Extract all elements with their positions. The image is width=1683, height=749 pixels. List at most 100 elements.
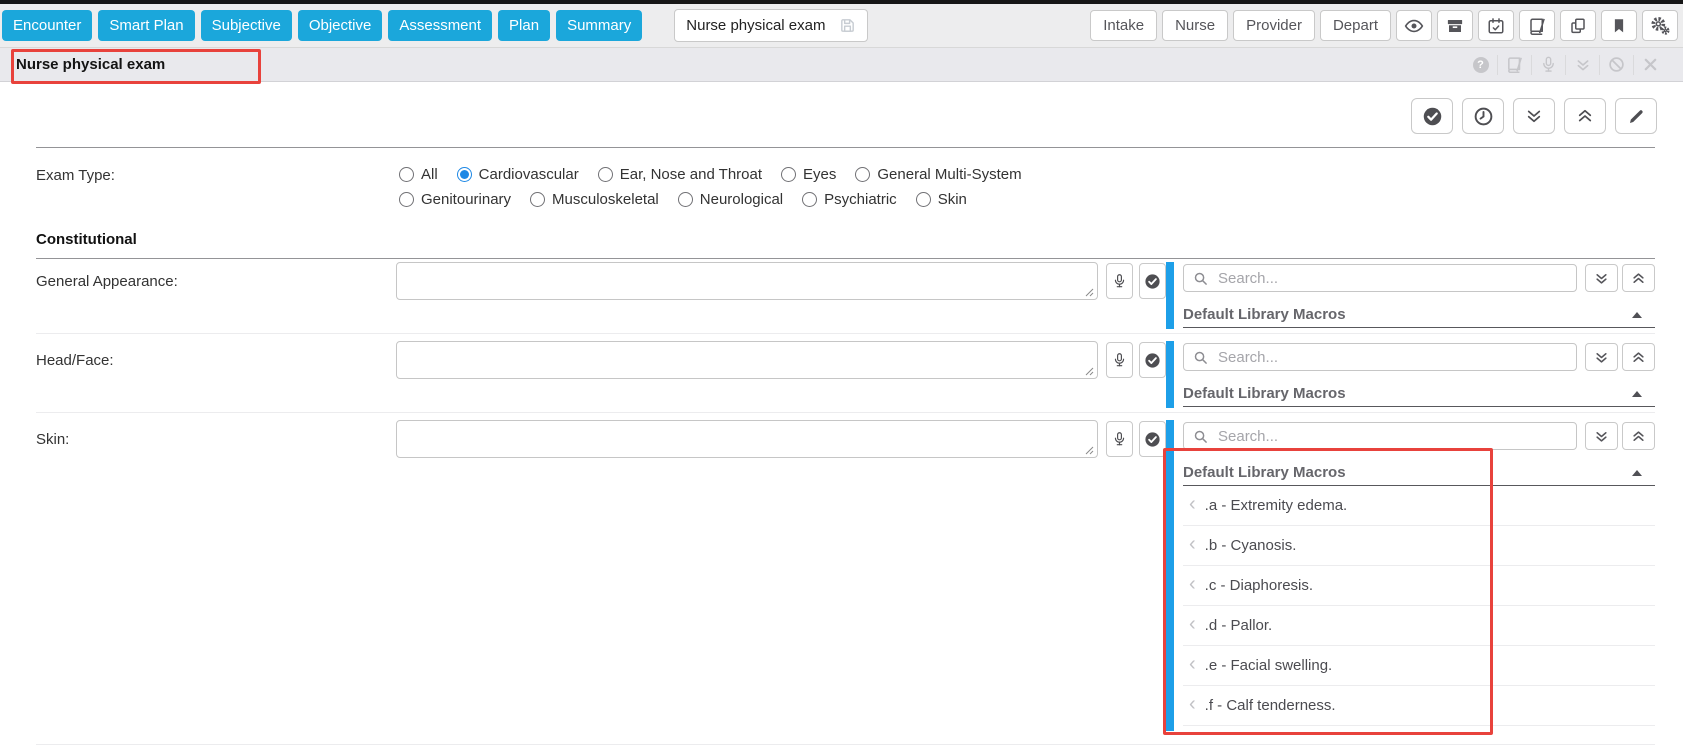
macro-item[interactable]: ‹ .c - Diaphoresis. — [1183, 566, 1655, 606]
search-input[interactable] — [1216, 348, 1567, 367]
check-circle-icon — [1144, 273, 1161, 290]
nav-button-encounter[interactable]: Encounter — [2, 10, 92, 41]
exam-type-label: Exam Type: — [36, 167, 115, 184]
search-input[interactable] — [1216, 269, 1567, 288]
approve-field-button[interactable] — [1139, 421, 1166, 457]
macro-group-header[interactable]: Default Library Macros — [1183, 460, 1655, 486]
radio-option-general-multi-system[interactable]: General Multi-System — [855, 166, 1021, 183]
library-book-icon — [1506, 56, 1523, 73]
chevrons-down-icon — [1594, 271, 1609, 286]
resize-grip-icon[interactable] — [1085, 288, 1094, 297]
radio-option-cardiovascular[interactable]: Cardiovascular — [457, 166, 579, 183]
general-appearance-textarea[interactable] — [396, 262, 1098, 300]
radio-option-all[interactable]: All — [399, 166, 438, 183]
collapse-macros-button[interactable] — [1622, 422, 1655, 450]
macro-item-label: .b - Cyanosis. — [1205, 537, 1297, 554]
radio-option-ear-nose-throat[interactable]: Ear, Nose and Throat — [598, 166, 762, 183]
library-button[interactable] — [1519, 10, 1555, 41]
ban-icon — [1608, 56, 1625, 73]
radio-option-genitourinary[interactable]: Genitourinary — [399, 191, 511, 208]
copy-button[interactable] — [1560, 10, 1596, 41]
microphone-icon — [1113, 431, 1126, 447]
caret-up-icon[interactable] — [1632, 391, 1642, 397]
panel-header: Nurse physical exam ? — [0, 48, 1683, 82]
edit-button[interactable] — [1615, 98, 1657, 134]
collapse-macros-button[interactable] — [1622, 264, 1655, 292]
macro-group-header[interactable]: Default Library Macros — [1183, 302, 1655, 328]
dictate-field-button[interactable] — [1106, 263, 1133, 299]
macro-group-header[interactable]: Default Library Macros — [1183, 381, 1655, 407]
nav-button-smart-plan[interactable]: Smart Plan — [98, 10, 194, 41]
macro-item[interactable]: ‹ .b - Cyanosis. — [1183, 526, 1655, 566]
approve-field-button[interactable] — [1139, 263, 1166, 299]
radio-option-psychiatric[interactable]: Psychiatric — [802, 191, 897, 208]
settings-button[interactable] — [1642, 10, 1678, 41]
nav-button-summary[interactable]: Summary — [556, 10, 642, 41]
macro-item[interactable]: ‹ .d - Pallor. — [1183, 606, 1655, 646]
search-input[interactable] — [1216, 427, 1567, 446]
radio-icon — [399, 167, 414, 182]
phase-button-depart[interactable]: Depart — [1320, 10, 1391, 41]
radio-icon — [678, 192, 693, 207]
radio-icon — [399, 192, 414, 207]
dictate-field-button[interactable] — [1106, 421, 1133, 457]
caret-up-icon[interactable] — [1632, 312, 1642, 318]
history-button[interactable] — [1462, 98, 1504, 134]
bookmark-button[interactable] — [1601, 10, 1637, 41]
resize-grip-icon[interactable] — [1085, 367, 1094, 376]
resize-grip-icon[interactable] — [1085, 446, 1094, 455]
head-face-textarea[interactable] — [396, 341, 1098, 379]
radio-option-skin[interactable]: Skin — [916, 191, 967, 208]
close-button[interactable] — [1633, 55, 1667, 75]
help-icon: ? — [1473, 57, 1489, 73]
expand-macros-button[interactable] — [1585, 343, 1618, 371]
caret-up-icon[interactable] — [1632, 470, 1642, 476]
macro-item-label: .a - Extremity edema. — [1205, 497, 1348, 514]
nav-button-plan[interactable]: Plan — [498, 10, 550, 41]
phase-button-provider[interactable]: Provider — [1233, 10, 1315, 41]
expand-all-button[interactable] — [1513, 98, 1555, 134]
dictate-field-button[interactable] — [1106, 342, 1133, 378]
eye-icon — [1404, 16, 1424, 36]
collapse-all-button[interactable] — [1564, 98, 1606, 134]
chevron-left-icon: ‹ — [1189, 534, 1196, 554]
chevron-left-icon: ‹ — [1189, 654, 1196, 674]
disable-button[interactable] — [1599, 55, 1633, 75]
macro-item[interactable]: ‹ .a - Extremity edema. — [1183, 486, 1655, 526]
skin-textarea[interactable] — [396, 420, 1098, 458]
help-button[interactable]: ? — [1464, 55, 1497, 75]
save-floppy-icon[interactable] — [839, 17, 856, 34]
macro-item[interactable]: ‹ .f - Calf tenderness. — [1183, 686, 1655, 726]
phase-button-intake[interactable]: Intake — [1090, 10, 1157, 41]
complete-check-icon — [1422, 106, 1443, 127]
radio-option-neurological[interactable]: Neurological — [678, 191, 783, 208]
search-icon — [1193, 350, 1208, 365]
collapse-panel-button[interactable] — [1565, 55, 1599, 75]
nav-button-subjective[interactable]: Subjective — [201, 10, 292, 41]
phase-button-nurse[interactable]: Nurse — [1162, 10, 1228, 41]
expand-macros-button[interactable] — [1585, 422, 1618, 450]
complete-button[interactable] — [1411, 98, 1453, 134]
archive-button[interactable] — [1437, 10, 1473, 41]
macro-search — [1183, 343, 1577, 371]
page-title: Nurse physical exam — [16, 56, 165, 73]
nav-button-assessment[interactable]: Assessment — [388, 10, 492, 41]
note-title-input[interactable]: Nurse physical exam — [674, 9, 868, 42]
library-book-button[interactable] — [1497, 55, 1531, 75]
calendar-button[interactable] — [1478, 10, 1514, 41]
microphone-icon — [1541, 56, 1556, 73]
radio-icon — [855, 167, 870, 182]
collapse-macros-button[interactable] — [1622, 343, 1655, 371]
copy-pages-icon — [1569, 17, 1587, 35]
radio-option-musculoskeletal[interactable]: Musculoskeletal — [530, 191, 659, 208]
expand-macros-button[interactable] — [1585, 264, 1618, 292]
row-divider — [36, 333, 1655, 334]
radio-option-eyes[interactable]: Eyes — [781, 166, 836, 183]
dictate-button[interactable] — [1531, 55, 1565, 75]
nav-button-objective[interactable]: Objective — [298, 10, 383, 41]
eye-button[interactable] — [1396, 10, 1432, 41]
macro-item[interactable]: ‹ .e - Facial swelling. — [1183, 646, 1655, 686]
radio-label: Cardiovascular — [479, 166, 579, 183]
approve-field-button[interactable] — [1139, 342, 1166, 378]
microphone-icon — [1113, 273, 1126, 289]
